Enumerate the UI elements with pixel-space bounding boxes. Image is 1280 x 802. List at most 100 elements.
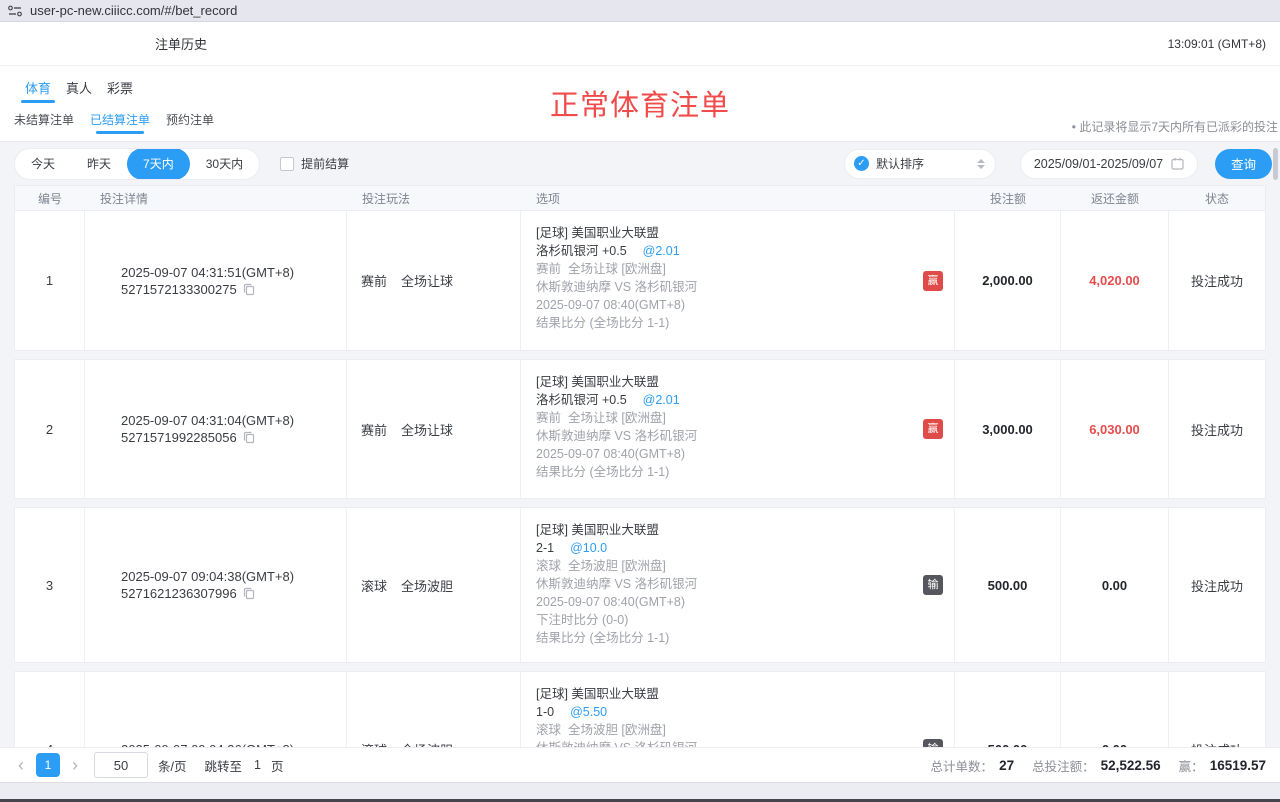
play-name: 全场让球 [401, 420, 453, 439]
result-badge: 输 [923, 575, 943, 595]
cell-bet-detail: 2025-09-07 04:31:51(GMT+8)52715721333002… [85, 211, 347, 350]
table-header-row: 编号 投注详情 投注玩法 选项 投注额 返还金额 状态 [14, 185, 1266, 211]
early-settle-label: 提前结算 [301, 155, 349, 172]
calendar-icon [1171, 157, 1184, 170]
copy-icon[interactable] [243, 283, 255, 296]
cell-bet-amount: 500.00 [955, 672, 1061, 747]
page-unit-label: 页 [271, 756, 284, 775]
cell-number: 1 [15, 211, 85, 350]
option-league: [足球] 美国职业大联盟 [536, 224, 914, 242]
return-amount: 4,020.00 [1089, 273, 1140, 288]
option-selection-line: 1-0 @5.50 [536, 703, 914, 721]
result-badge: 赢 [923, 419, 943, 439]
option-match-time: 2025-09-07 08:40(GMT+8) [536, 593, 914, 611]
tab-live[interactable]: 真人 [66, 78, 92, 105]
cell-return-amount: 0.00 [1061, 672, 1169, 747]
option-league: [足球] 美国职业大联盟 [536, 521, 914, 539]
bet-time: 2025-09-07 04:31:04(GMT+8) [121, 413, 346, 428]
jump-page-input[interactable]: 1 [254, 758, 261, 772]
order-id: 5271572133300275 [121, 282, 237, 297]
order-id: 5271571992285056 [121, 430, 237, 445]
bottom-strip [0, 782, 1280, 802]
cell-option: [足球] 美国职业大联盟洛杉矶银河 +0.5@2.01赛前 全场让球 [欧洲盘]… [521, 360, 955, 498]
next-page-icon[interactable]: › [68, 754, 82, 776]
return-amount: 6,030.00 [1089, 422, 1140, 437]
option-match-time: 2025-09-07 08:40(GMT+8) [536, 445, 914, 463]
per-page-label: 条/页 [158, 756, 186, 775]
tab-sports[interactable]: 体育 [25, 78, 51, 105]
page-header: 注单历史 13:09:01 (GMT+8) [0, 22, 1280, 66]
option-odds[interactable]: @5.50 [570, 705, 607, 719]
scrollbar-thumb[interactable] [1273, 148, 1278, 180]
option-result-score: 结果比分 (全场比分 1-1) [536, 629, 914, 647]
result-badge: 赢 [923, 271, 943, 291]
server-time: 13:09:01 (GMT+8) [1168, 37, 1266, 51]
bet-time: 2025-09-07 09:04:38(GMT+8) [121, 569, 346, 584]
col-play: 投注玩法 [347, 190, 521, 207]
option-selection-line: 2-1@10.0 [536, 539, 914, 557]
order-id-row: 5271571992285056 [121, 430, 346, 445]
option-odds[interactable]: @2.01 [643, 393, 680, 407]
copy-icon[interactable] [243, 587, 255, 600]
table-row: 12025-09-07 04:31:51(GMT+8)5271572133300… [14, 211, 1266, 351]
cell-option: [足球] 美国职业大联盟1-0@5.50滚球 全场波胆 [欧洲盘]休斯敦迪纳摩 … [521, 672, 955, 747]
page-size-input[interactable] [94, 752, 148, 778]
col-option: 选项 [521, 190, 955, 207]
early-settle-checkbox[interactable] [280, 157, 294, 171]
filter-bar: 今天 昨天 7天内 30天内 提前结算 ✓ 默认排序 2025/09/01-20… [0, 141, 1280, 185]
subtab-settled[interactable]: 已结算注单 [90, 111, 150, 137]
totals-summary: 总计单数： 27 总投注额： 52,522.56 赢： 16519.57 [931, 756, 1266, 775]
option-result-score: 结果比分 (全场比分 1-1) [536, 463, 914, 481]
play-stage: 赛前 [361, 271, 387, 290]
bet-time: 2025-09-07 09:04:36(GMT+8) [121, 742, 346, 748]
option-odds[interactable]: @2.01 [643, 244, 680, 258]
cell-play-type: 赛前全场让球 [347, 360, 521, 498]
bet-amount: 2,000.00 [982, 273, 1033, 288]
cell-return-amount: 4,020.00 [1061, 211, 1169, 350]
browser-url-bar: user-pc-new.ciiicc.com/#/bet_record [0, 0, 1280, 22]
site-settings-icon[interactable] [8, 5, 22, 17]
play-stage: 滚球 [361, 740, 387, 748]
subtab-reserved[interactable]: 预约注单 [166, 111, 214, 137]
copy-icon[interactable] [243, 431, 255, 444]
tab-lottery[interactable]: 彩票 [107, 78, 133, 105]
date-range-picker[interactable]: 2025/09/01-2025/09/07 [1020, 149, 1198, 179]
cell-play-type: 滚球全场波胆 [347, 508, 521, 662]
range-today-button[interactable]: 今天 [15, 148, 71, 180]
prev-page-icon[interactable]: ‹ [14, 754, 28, 776]
page-number-button[interactable]: 1 [36, 753, 60, 777]
url-text[interactable]: user-pc-new.ciiicc.com/#/bet_record [30, 3, 237, 18]
cell-option: [足球] 美国职业大联盟洛杉矶银河 +0.5@2.01赛前 全场让球 [欧洲盘]… [521, 211, 955, 350]
range-7days-button[interactable]: 7天内 [127, 148, 190, 180]
option-league: [足球] 美国职业大联盟 [536, 373, 914, 391]
date-range-value: 2025/09/01-2025/09/07 [1034, 157, 1163, 171]
bet-amount: 500.00 [988, 742, 1028, 748]
filter-right-controls: ✓ 默认排序 2025/09/01-2025/09/07 查询 [844, 149, 1272, 179]
option-match-time: 2025-09-07 08:40(GMT+8) [536, 296, 914, 314]
query-button[interactable]: 查询 [1215, 149, 1272, 179]
option-odds[interactable]: @10.0 [570, 541, 607, 555]
range-yesterday-button[interactable]: 昨天 [71, 148, 127, 180]
cell-number: 3 [15, 508, 85, 662]
order-id-row: 5271572133300275 [121, 282, 346, 297]
option-play-detail: 滚球 全场波胆 [欧洲盘] [536, 721, 914, 739]
order-id-row: 5271621236307996 [121, 586, 346, 601]
total-amount-value: 52,522.56 [1101, 758, 1161, 773]
option-league: [足球] 美国职业大联盟 [536, 685, 914, 703]
subtab-unsettled[interactable]: 未结算注单 [14, 111, 74, 137]
bet-amount: 500.00 [988, 578, 1028, 593]
table-row: 22025-09-07 04:31:04(GMT+8)5271571992285… [14, 359, 1266, 499]
option-result-score: 结果比分 (全场比分 1-1) [536, 314, 914, 332]
range-30days-button[interactable]: 30天内 [190, 148, 259, 180]
option-selection-line: 洛杉矶银河 +0.5@2.01 [536, 391, 914, 409]
bet-record-table: 编号 投注详情 投注玩法 选项 投注额 返还金额 状态 12025-09-07 … [0, 185, 1280, 747]
sort-select-value: 默认排序 [876, 155, 970, 172]
table-row: 3 2025-09-07 09:04:38(GMT+8) 5271621236307… [14, 507, 1266, 663]
option-selection: 1-0 [536, 705, 554, 719]
option-match: 休斯敦迪纳摩 VS 洛杉矶银河 [536, 278, 914, 296]
sort-select[interactable]: ✓ 默认排序 [844, 149, 996, 179]
table-row: 42025-09-07 09:04:36(GMT+8)滚球全场波胆[足球] 美国… [14, 671, 1266, 747]
return-amount: 0.00 [1102, 578, 1127, 593]
play-name: 全场让球 [401, 271, 453, 290]
cell-bet-amount: 2,000.00 [955, 211, 1061, 350]
